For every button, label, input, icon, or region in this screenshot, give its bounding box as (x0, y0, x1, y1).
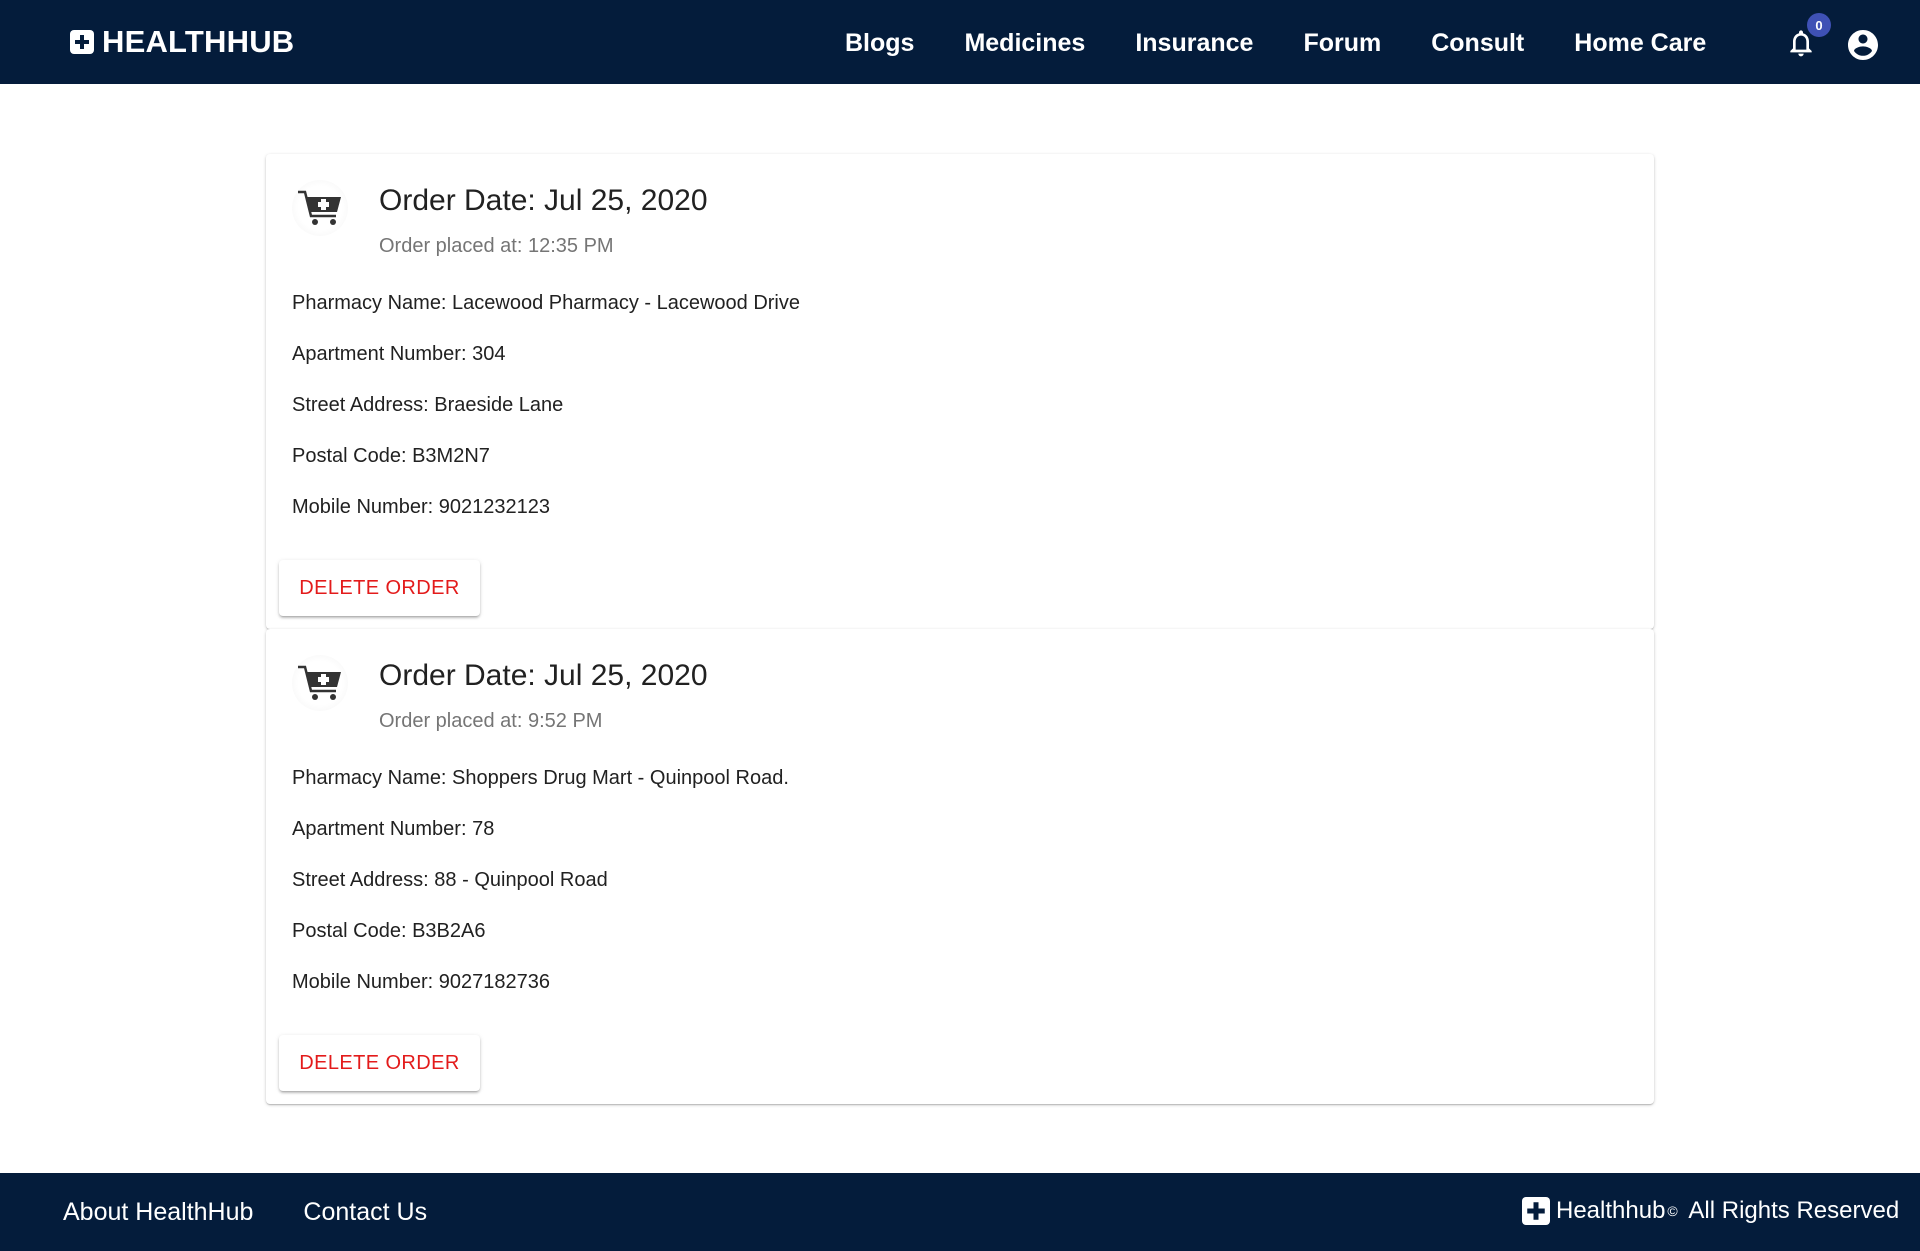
footer-links: About HealthHub Contact Us (63, 1197, 427, 1227)
order-placed-time: Order placed at: 12:35 PM (379, 235, 614, 257)
copyright-mark: © (1667, 1203, 1678, 1219)
order-details: Pharmacy Name: Shoppers Drug Mart - Quin… (292, 765, 789, 1020)
main-nav: Blogs Medicines Insurance Forum Consult … (845, 26, 1706, 60)
order-date-title: Order Date: Jul 25, 2020 (379, 184, 708, 217)
medical-plus-icon (1522, 1197, 1550, 1225)
notification-badge: 0 (1807, 13, 1831, 37)
orders-list: Order Date: Jul 25, 2020 Order placed at… (266, 154, 1654, 1104)
medical-cart-icon (292, 180, 348, 236)
about-link[interactable]: About HealthHub (63, 1197, 253, 1227)
order-details: Pharmacy Name: Lacewood Pharmacy - Lacew… (292, 290, 800, 545)
street-address: Street Address: Braeside Lane (292, 394, 564, 416)
nav-insurance[interactable]: Insurance (1135, 26, 1253, 60)
postal-code: Postal Code: B3B2A6 (292, 920, 486, 942)
order-date-title: Order Date: Jul 25, 2020 (379, 659, 708, 692)
mobile-number: Mobile Number: 9027182736 (292, 971, 550, 993)
nav-medicines[interactable]: Medicines (964, 26, 1085, 60)
nav-home-care[interactable]: Home Care (1574, 26, 1706, 60)
brand-name: HEALTHHUB (102, 24, 295, 59)
postal-code: Postal Code: B3M2N7 (292, 445, 490, 467)
pharmacy-name: Pharmacy Name: Shoppers Drug Mart - Quin… (292, 767, 789, 789)
medical-plus-icon (70, 30, 94, 54)
medical-cart-icon (292, 655, 348, 711)
contact-link[interactable]: Contact Us (303, 1197, 427, 1227)
order-card: Order Date: Jul 25, 2020 Order placed at… (266, 629, 1654, 1104)
brand-logo[interactable]: HEALTHHUB (70, 24, 294, 60)
delete-order-button[interactable]: DELETE ORDER (279, 560, 480, 616)
pharmacy-name: Pharmacy Name: Lacewood Pharmacy - Lacew… (292, 292, 800, 314)
order-card: Order Date: Jul 25, 2020 Order placed at… (266, 154, 1654, 629)
street-address: Street Address: 88 - Quinpool Road (292, 869, 608, 891)
nav-blogs[interactable]: Blogs (845, 26, 914, 60)
apartment-number: Apartment Number: 78 (292, 818, 495, 840)
delete-order-button[interactable]: DELETE ORDER (279, 1035, 480, 1091)
order-placed-time: Order placed at: 9:52 PM (379, 710, 603, 732)
copyright-text: All Rights Reserved (1688, 1197, 1900, 1224)
mobile-number: Mobile Number: 9021232123 (292, 496, 550, 518)
nav-consult[interactable]: Consult (1431, 26, 1524, 60)
footer: About HealthHub Contact Us Healthhub © Al… (0, 1173, 1920, 1251)
account-circle-icon[interactable] (1845, 27, 1881, 63)
apartment-number: Apartment Number: 304 (292, 343, 506, 365)
copyright-brand: Healthhub (1556, 1197, 1666, 1224)
copyright: Healthhub © All Rights Reserved (1522, 1195, 1899, 1227)
top-app-bar: HEALTHHUB Blogs Medicines Insurance Foru… (0, 0, 1920, 84)
nav-forum[interactable]: Forum (1303, 26, 1381, 60)
